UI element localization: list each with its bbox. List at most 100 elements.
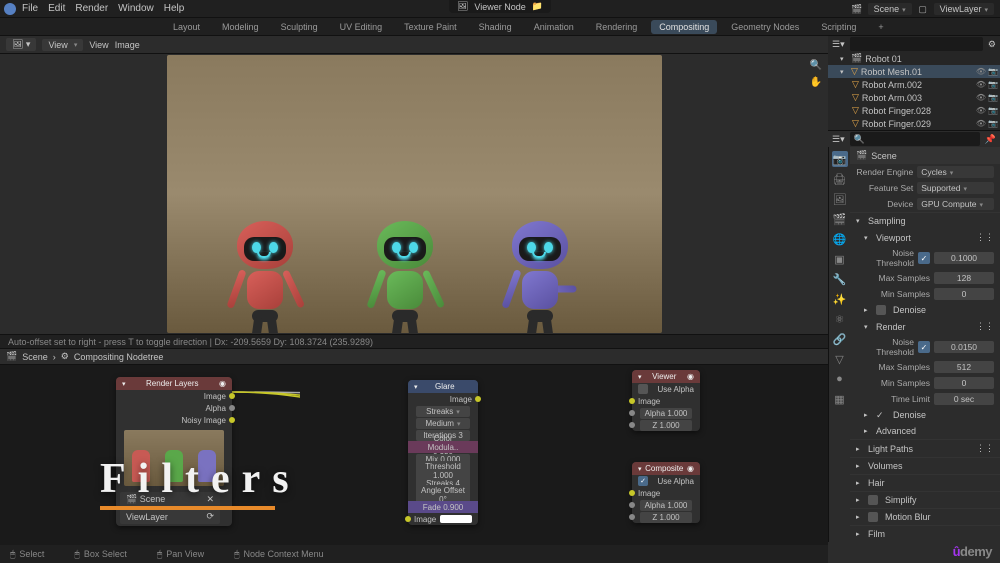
object-tab-icon[interactable]: ▣ [832,251,848,267]
tab-animation[interactable]: Animation [526,20,582,34]
particle-tab-icon[interactable]: ✨ [832,291,848,307]
data-tab-icon[interactable]: ▽ [832,351,848,367]
preview-icon[interactable]: ◉ [687,372,694,381]
browse-icon[interactable]: 📁 [532,1,543,12]
use-alpha-check[interactable]: ✓ [638,476,648,486]
tab-rendering[interactable]: Rendering [588,20,646,34]
menu-edit[interactable]: Edit [48,3,65,14]
glare-quality[interactable]: Medium [416,418,470,429]
tab-layout[interactable]: Layout [165,20,208,34]
viewport-header-prop[interactable]: ▾Viewport⋮⋮ [850,229,1000,246]
outliner-parent[interactable]: ▾▽Robot Mesh.01👁📷 [828,65,1000,78]
outliner-item[interactable]: ▽Robot Arm.003👁📷 [828,91,1000,104]
hand-icon[interactable]: ✋ [810,77,822,88]
max-val[interactable]: 128 [934,272,994,284]
r-min-val[interactable]: 0 [934,377,994,389]
node-editor[interactable]: ▾Render Layers◉ Image Alpha Noisy Image … [0,365,828,563]
z-value[interactable]: Z 1.000 [640,420,692,431]
node-glare[interactable]: ▾Glare Image Streaks Medium Iterations 3… [408,380,478,525]
material-tab-icon[interactable]: ● [832,371,848,387]
tab-texturepaint[interactable]: Texture Paint [396,20,465,34]
r-max-val[interactable]: 512 [934,361,994,373]
glare-fade[interactable]: Fade 0.900 [416,502,470,513]
hair-header[interactable]: ▸Hair [850,475,1000,491]
r-denoise-check[interactable]: ✓ [876,410,886,420]
feature-set-dd[interactable]: Supported [917,182,994,194]
advanced-header[interactable]: ▸Advanced [850,423,1000,439]
editor-type-dropdown[interactable]: 🖼 ▾ [6,38,36,51]
image-viewport[interactable]: 🔍 ✋ [0,54,828,334]
preview-icon[interactable]: ◉ [687,464,694,473]
film-header[interactable]: ▸Film [850,526,1000,542]
noise-val[interactable]: 0.1000 [934,252,994,264]
simplify-check[interactable] [868,495,878,505]
menu-file[interactable]: File [22,3,38,14]
tab-shading[interactable]: Shading [471,20,520,34]
options-icon[interactable]: ⋮⋮ [976,321,994,332]
node-viewer[interactable]: ▾Viewer◉ Use Alpha Image Alpha 1.000 Z 1… [632,370,700,431]
node-render-layers[interactable]: ▾Render Layers◉ Image Alpha Noisy Image … [116,377,232,526]
tab-compositing[interactable]: Compositing [651,20,717,34]
render-header-prop[interactable]: ▾Render⋮⋮ [850,318,1000,335]
device-dd[interactable]: GPU Compute [917,198,994,210]
zoom-icon[interactable]: 🔍 [810,60,822,71]
min-val[interactable]: 0 [934,288,994,300]
alpha-value[interactable]: Alpha 1.000 [640,500,692,511]
motionblur-header[interactable]: ▸Motion Blur [850,509,1000,525]
world-tab-icon[interactable]: 🌐 [832,231,848,247]
viewlayer-tab-icon[interactable]: 🖼 [832,191,848,207]
scene-field[interactable]: Scene [868,3,912,15]
glare-type[interactable]: Streaks [416,406,470,417]
tab-uvediting[interactable]: UV Editing [332,20,391,34]
filter-icon[interactable]: ⚙ [988,39,996,50]
viewlayer-field[interactable]: ViewLayer [934,3,994,15]
tab-scripting[interactable]: Scripting [813,20,864,34]
outliner-search[interactable] [850,37,983,51]
view-menu-2[interactable]: View [89,40,108,50]
outliner-item[interactable]: ▽Robot Finger.029👁📷 [828,117,1000,130]
lightpaths-header[interactable]: ▸Light Paths⋮⋮ [850,440,1000,457]
outliner-type-icon[interactable]: ☰▾ [832,39,845,50]
alpha-value[interactable]: Alpha 1.000 [640,408,692,419]
tab-add[interactable]: + [870,20,891,34]
mb-check[interactable] [868,512,878,522]
menu-render[interactable]: Render [75,3,108,14]
r-noise-val[interactable]: 0.0150 [934,341,994,353]
modifier-tab-icon[interactable]: 🔧 [832,271,848,287]
menu-help[interactable]: Help [164,3,185,14]
texture-tab-icon[interactable]: ▦ [832,391,848,407]
physics-tab-icon[interactable]: ⚛ [832,311,848,327]
denoise-r-header[interactable]: ▸✓Denoise [850,407,1000,423]
options-icon[interactable]: ⋮⋮ [976,232,994,243]
z-value[interactable]: Z 1.000 [640,512,692,523]
menu-window[interactable]: Window [118,3,154,14]
outliner-scene[interactable]: ▾🎬Robot 01 [828,52,1000,65]
pin-icon[interactable]: 📌 [985,134,996,145]
viewlayer-dropdown[interactable]: ViewLayer⟳ [120,509,220,524]
viewer-node-selector[interactable]: 🖼 Viewer Node 📁 [449,0,551,13]
tab-sculpting[interactable]: Sculpting [273,20,326,34]
noise-check[interactable]: ✓ [918,252,930,264]
denoise-check[interactable] [876,305,886,315]
render-tab-icon[interactable]: 📷 [832,151,848,167]
preview-icon[interactable]: ◉ [219,379,226,388]
denoise-vp-header[interactable]: ▸Denoise [850,302,1000,318]
simplify-header[interactable]: ▸Simplify [850,492,1000,508]
node-composite[interactable]: ▾Composite◉ ✓Use Alpha Image Alpha 1.000… [632,462,700,523]
r-noise-check[interactable]: ✓ [918,341,930,353]
view-menu[interactable]: View [42,39,83,51]
scene-tab-icon[interactable]: 🎬 [832,211,848,227]
outliner-item[interactable]: ▽Robot Arm.002👁📷 [828,78,1000,91]
output-tab-icon[interactable]: 🖨 [832,171,848,187]
constraint-tab-icon[interactable]: 🔗 [832,331,848,347]
breadcrumb-nodetree[interactable]: Compositing Nodetree [74,352,164,362]
image-menu[interactable]: Image [115,40,140,50]
render-engine-dd[interactable]: Cycles [917,166,994,178]
use-alpha-check[interactable] [638,384,648,394]
tab-modeling[interactable]: Modeling [214,20,267,34]
breadcrumb-scene[interactable]: Scene [22,352,48,362]
props-type-icon[interactable]: ☰▾ [832,134,845,145]
volumes-header[interactable]: ▸Volumes [850,458,1000,474]
time-val[interactable]: 0 sec [934,393,994,405]
options-icon[interactable]: ⋮⋮ [976,443,994,454]
